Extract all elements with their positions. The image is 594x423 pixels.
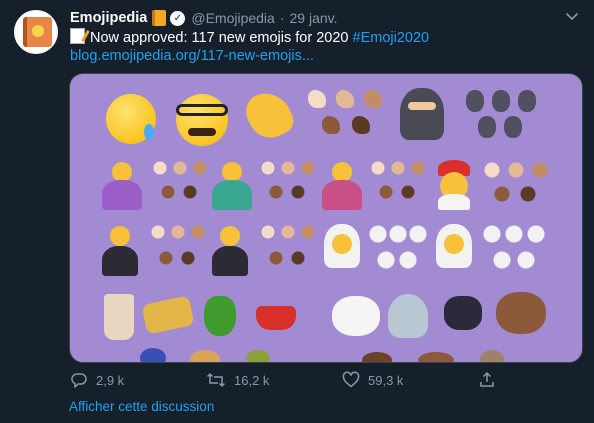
retweet-button[interactable]: 16,2 k: [206, 371, 269, 389]
pinched-fingers-skin-4: [322, 116, 340, 134]
ninja-icon: [400, 88, 444, 140]
beaver-icon: [418, 352, 454, 362]
show-thread-link[interactable]: Afficher cette discussion: [69, 399, 214, 414]
mx-claus-icon: [432, 160, 476, 210]
like-button[interactable]: 59,3 k: [342, 371, 403, 389]
pinched-fingers-skin-3: [364, 90, 382, 108]
tweet-text: Now approved: 117 new emojis for 2020 #E…: [70, 28, 580, 65]
feeding-baby-variants-1: [150, 160, 210, 210]
share-button[interactable]: [478, 371, 504, 389]
man-feeding-baby-icon: [210, 162, 254, 210]
person-feeding-baby-icon: [100, 162, 144, 210]
hashtag-link[interactable]: #Emoji2020: [353, 30, 430, 46]
tweet-actions: 2,9 k 16,2 k 59,3 k: [70, 371, 494, 391]
tweet-text-main: Now approved: 117 new emojis for 2020: [90, 30, 349, 46]
heart-icon: [342, 371, 360, 388]
feeding-baby-variants-2: [258, 160, 318, 210]
pinched-fingers-skin-1: [308, 90, 326, 108]
woman-in-tuxedo-icon: [210, 226, 250, 276]
pinched-fingers-icon: [240, 85, 298, 145]
like-count: 59,3 k: [368, 372, 404, 388]
avatar[interactable]: [14, 10, 58, 54]
tuxedo-variants-1: [148, 224, 208, 276]
book-badge-icon: [152, 10, 167, 26]
bubble-tea-icon: [104, 294, 134, 340]
polar-bear-icon: [332, 296, 380, 336]
display-name[interactable]: Emojipedia: [70, 10, 147, 26]
user-handle[interactable]: @Emojipedia: [191, 10, 274, 26]
pinched-fingers-skin-5: [352, 116, 370, 134]
seal-icon: [388, 294, 428, 338]
retweet-count: 16,2 k: [234, 372, 270, 388]
person-with-veil-icon: [320, 224, 364, 276]
feeding-baby-variants-3: [368, 160, 428, 210]
veil-variants-2: [480, 224, 546, 276]
tuxedo-variants-2: [258, 224, 318, 276]
mammoth-icon: [496, 292, 546, 334]
memo-icon: [70, 28, 85, 44]
ninja-eyes: [408, 102, 436, 110]
disguise-mustache: [188, 128, 216, 136]
mx-claus-variants: [480, 160, 550, 210]
reply-button[interactable]: 2,9 k: [70, 371, 124, 389]
reply-icon: [71, 373, 87, 388]
ninja-small-5: [504, 116, 522, 138]
pinched-fingers-skin-2: [336, 90, 354, 108]
woman-with-veil-icon: [432, 224, 476, 276]
verified-icon: ✓: [170, 10, 186, 26]
black-cat-icon: [444, 296, 482, 330]
tamale-icon: [141, 295, 195, 335]
olive-icon: [246, 350, 270, 362]
tweet-media-image[interactable]: [69, 73, 583, 363]
dodo-icon: [480, 350, 504, 362]
tweet-header: Emojipedia ✓ @Emojipedia · 29 janv.: [70, 8, 338, 28]
person-in-tuxedo-icon: [100, 226, 140, 276]
woman-feeding-baby-icon: [320, 162, 364, 210]
separator-dot: ·: [279, 10, 285, 26]
tear-drop: [144, 124, 154, 140]
disguise-glasses: [176, 104, 228, 116]
url-link[interactable]: blog.emojipedia.org/117-new-emojis...: [70, 48, 314, 64]
flatbread-icon: [190, 350, 220, 362]
fondue-icon: [256, 306, 296, 330]
veil-variants-1: [368, 224, 428, 276]
tweet[interactable]: Emojipedia ✓ @Emojipedia · 29 janv. Now …: [0, 0, 594, 423]
share-icon: [480, 371, 494, 387]
retweet-icon: [206, 372, 226, 388]
reply-count: 2,9 k: [96, 372, 125, 388]
ninja-small-2: [492, 90, 510, 112]
bell-pepper-icon: [204, 296, 236, 336]
ninja-small-4: [478, 116, 496, 138]
blueberries-icon: [140, 348, 166, 362]
tweet-date[interactable]: 29 janv.: [290, 10, 338, 26]
bison-icon: [362, 352, 392, 362]
emojipedia-logo-icon: [23, 17, 52, 47]
disguised-face-icon: [176, 94, 228, 146]
chevron-down-icon[interactable]: [564, 8, 580, 24]
ninja-small-3: [518, 90, 536, 112]
ninja-small-1: [466, 90, 484, 112]
